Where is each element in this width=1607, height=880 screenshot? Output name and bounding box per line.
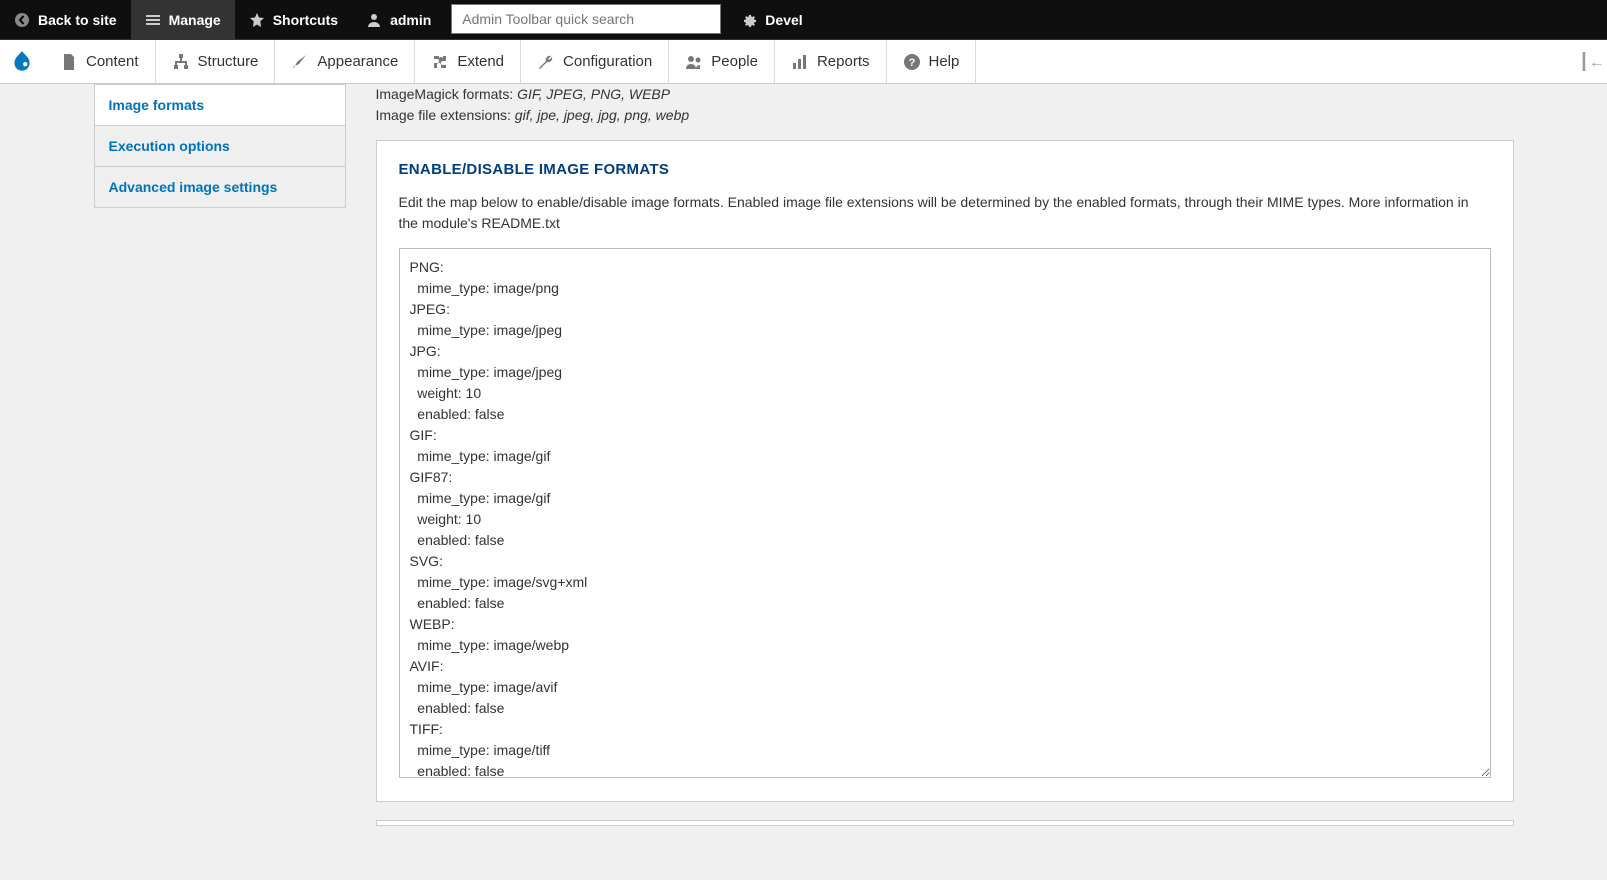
summary-value: gif, jpe, jpeg, jpg, png, webp xyxy=(515,107,689,123)
devel-label: Devel xyxy=(765,12,802,28)
image-formats-textarea[interactable] xyxy=(399,248,1491,778)
menu-configuration-label: Configuration xyxy=(563,53,652,70)
star-icon xyxy=(249,12,265,28)
toolbar-top: Back to site Manage Shortcuts admin Deve… xyxy=(0,0,1607,40)
menu-structure-label: Structure xyxy=(198,53,259,70)
shortcuts-label: Shortcuts xyxy=(273,12,338,28)
shortcuts-link[interactable]: Shortcuts xyxy=(235,0,352,39)
sidebar-item-label: Image formats xyxy=(109,97,205,113)
manage-toggle[interactable]: Manage xyxy=(131,0,235,39)
menu-reports[interactable]: Reports xyxy=(775,40,887,83)
brush-icon xyxy=(291,53,309,71)
sidebar-item-label: Advanced image settings xyxy=(109,179,278,195)
menu-structure[interactable]: Structure xyxy=(156,40,276,83)
menu-extend[interactable]: Extend xyxy=(415,40,521,83)
summary-label: Image file extensions: xyxy=(376,107,515,123)
orientation-toggle[interactable]: ┃← xyxy=(1577,40,1607,83)
hamburger-icon xyxy=(145,12,161,28)
wrench-icon xyxy=(537,53,555,71)
menu-people[interactable]: People xyxy=(669,40,775,83)
menu-configuration[interactable]: Configuration xyxy=(521,40,669,83)
svg-text:?: ? xyxy=(908,57,915,69)
image-formats-fieldset: ENABLE/DISABLE IMAGE FORMATS Edit the ma… xyxy=(376,140,1514,802)
drupal-logo[interactable] xyxy=(0,40,44,83)
menu-help-label: Help xyxy=(929,53,960,70)
user-link[interactable]: admin xyxy=(352,0,445,39)
summary-value: GIF, JPEG, PNG, WEBP xyxy=(517,86,670,102)
back-to-site-link[interactable]: Back to site xyxy=(0,0,131,39)
hierarchy-icon xyxy=(172,53,190,71)
next-fieldset-peek xyxy=(376,820,1514,826)
sidebar: Image formats Execution options Advanced… xyxy=(94,84,346,844)
menu-appearance-label: Appearance xyxy=(317,53,398,70)
summary-label: ImageMagick formats: xyxy=(376,86,518,102)
people-icon xyxy=(685,53,703,71)
devel-link[interactable]: Devel xyxy=(727,0,816,39)
main-content: ImageMagick formats: GIF, JPEG, PNG, WEB… xyxy=(376,84,1514,844)
summary-block: ImageMagick formats: GIF, JPEG, PNG, WEB… xyxy=(376,84,1514,126)
menu-people-label: People xyxy=(711,53,758,70)
puzzle-icon xyxy=(431,53,449,71)
bar-chart-icon xyxy=(791,53,809,71)
user-label: admin xyxy=(390,12,431,28)
fieldset-title: ENABLE/DISABLE IMAGE FORMATS xyxy=(399,161,1491,178)
chevron-left-icon xyxy=(14,12,30,28)
toolbar-search xyxy=(451,4,721,35)
user-icon xyxy=(366,12,382,28)
manage-label: Manage xyxy=(169,12,221,28)
menu-extend-label: Extend xyxy=(457,53,504,70)
sidebar-item-image-formats[interactable]: Image formats xyxy=(95,84,345,125)
admin-menu: Content Structure Appearance Extend Conf… xyxy=(0,40,1607,84)
menu-reports-label: Reports xyxy=(817,53,870,70)
menu-content-label: Content xyxy=(86,53,139,70)
gear-icon xyxy=(741,12,757,28)
fieldset-description: Edit the map below to enable/disable ima… xyxy=(399,192,1491,234)
menu-appearance[interactable]: Appearance xyxy=(275,40,415,83)
question-icon: ? xyxy=(903,53,921,71)
collapse-icon: ┃← xyxy=(1579,52,1605,72)
back-to-site-label: Back to site xyxy=(38,12,117,28)
sidebar-item-advanced[interactable]: Advanced image settings xyxy=(95,166,345,207)
document-icon xyxy=(60,53,78,71)
search-input[interactable] xyxy=(451,4,721,34)
sidebar-item-execution-options[interactable]: Execution options xyxy=(95,125,345,166)
menu-content[interactable]: Content xyxy=(44,40,156,83)
page-body: Image formats Execution options Advanced… xyxy=(0,84,1607,880)
menu-help[interactable]: ? Help xyxy=(887,40,977,83)
sidebar-item-label: Execution options xyxy=(109,138,230,154)
